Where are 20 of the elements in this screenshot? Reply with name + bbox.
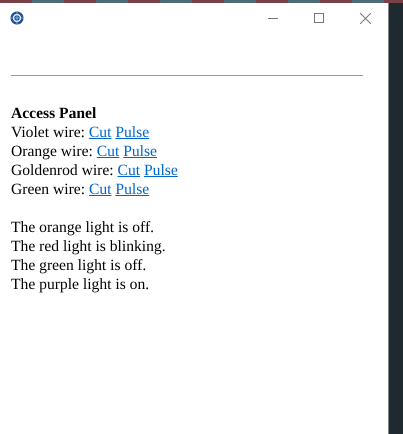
action-link[interactable]: Pulse	[115, 124, 150, 141]
action-link[interactable]: Cut	[96, 143, 120, 160]
action-link[interactable]: Pulse	[115, 181, 150, 198]
action-link[interactable]: Cut	[88, 181, 112, 198]
maximize-icon[interactable]	[314, 13, 324, 23]
action-link[interactable]: Cut	[118, 162, 140, 179]
action-link[interactable]: Pulse	[144, 162, 178, 179]
wire-label: Violet wire:	[11, 124, 85, 141]
app-icon	[10, 11, 24, 25]
light-status: The purple light is on.	[11, 275, 150, 294]
light-status: The orange light is off.	[11, 218, 156, 237]
panel-title: Access Panel	[11, 104, 98, 123]
wire-label: Green wire:	[11, 181, 86, 198]
close-icon[interactable]	[360, 12, 370, 24]
wire-label: Orange wire:	[11, 143, 93, 160]
light-status: The green light is off.	[11, 256, 148, 275]
action-link[interactable]: Pulse	[123, 143, 157, 160]
action-link[interactable]: Cut	[88, 124, 112, 141]
light-status: The red light is blinking.	[11, 237, 167, 256]
wire-label: Goldenrod wire:	[11, 162, 114, 179]
